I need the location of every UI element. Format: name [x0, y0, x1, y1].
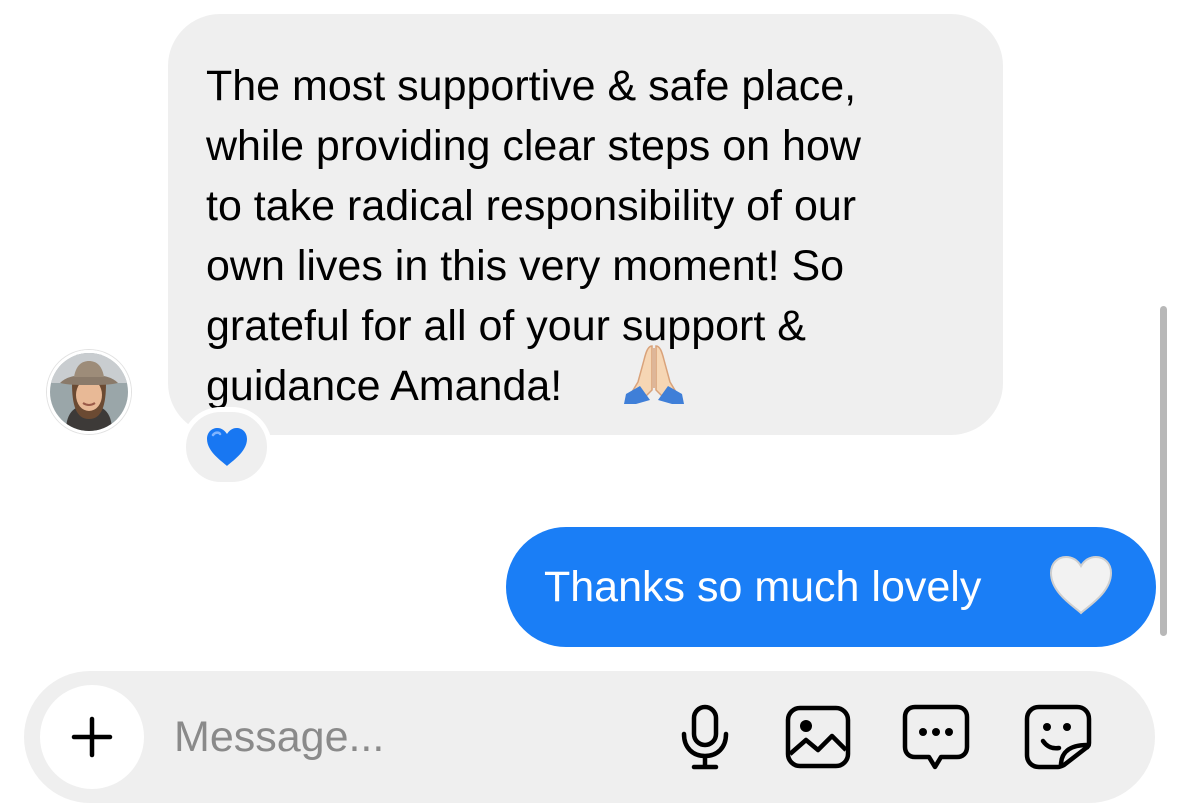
sticker-button[interactable] — [1022, 701, 1094, 773]
message-reaction[interactable] — [181, 407, 272, 487]
chat-bubble-icon — [902, 704, 970, 770]
incoming-message-text: The most supportive & safe place, while … — [206, 56, 967, 416]
blue-heart-icon — [206, 428, 247, 466]
sender-avatar[interactable] — [47, 350, 131, 434]
sticker-icon — [1024, 704, 1092, 770]
microphone-icon — [681, 704, 729, 770]
folded-hands-icon — [624, 345, 684, 404]
voice-message-button[interactable] — [669, 701, 741, 773]
incoming-message-body: The most supportive & safe place, while … — [206, 62, 861, 410]
scrollbar[interactable] — [1160, 306, 1167, 636]
chat-screen: The most supportive & safe place, while … — [0, 0, 1179, 809]
add-attachment-button[interactable] — [40, 685, 144, 789]
chat-options-button[interactable] — [900, 701, 972, 773]
user-avatar — [50, 353, 128, 431]
outgoing-message-text: Thanks so much lovely — [544, 562, 982, 611]
incoming-message-bubble[interactable]: The most supportive & safe place, while … — [168, 14, 1003, 435]
message-composer — [24, 671, 1155, 803]
message-input[interactable] — [174, 701, 634, 773]
gallery-button[interactable] — [782, 701, 854, 773]
gallery-icon — [785, 705, 851, 769]
plus-icon — [71, 716, 113, 758]
white-heart-icon — [1049, 555, 1113, 615]
